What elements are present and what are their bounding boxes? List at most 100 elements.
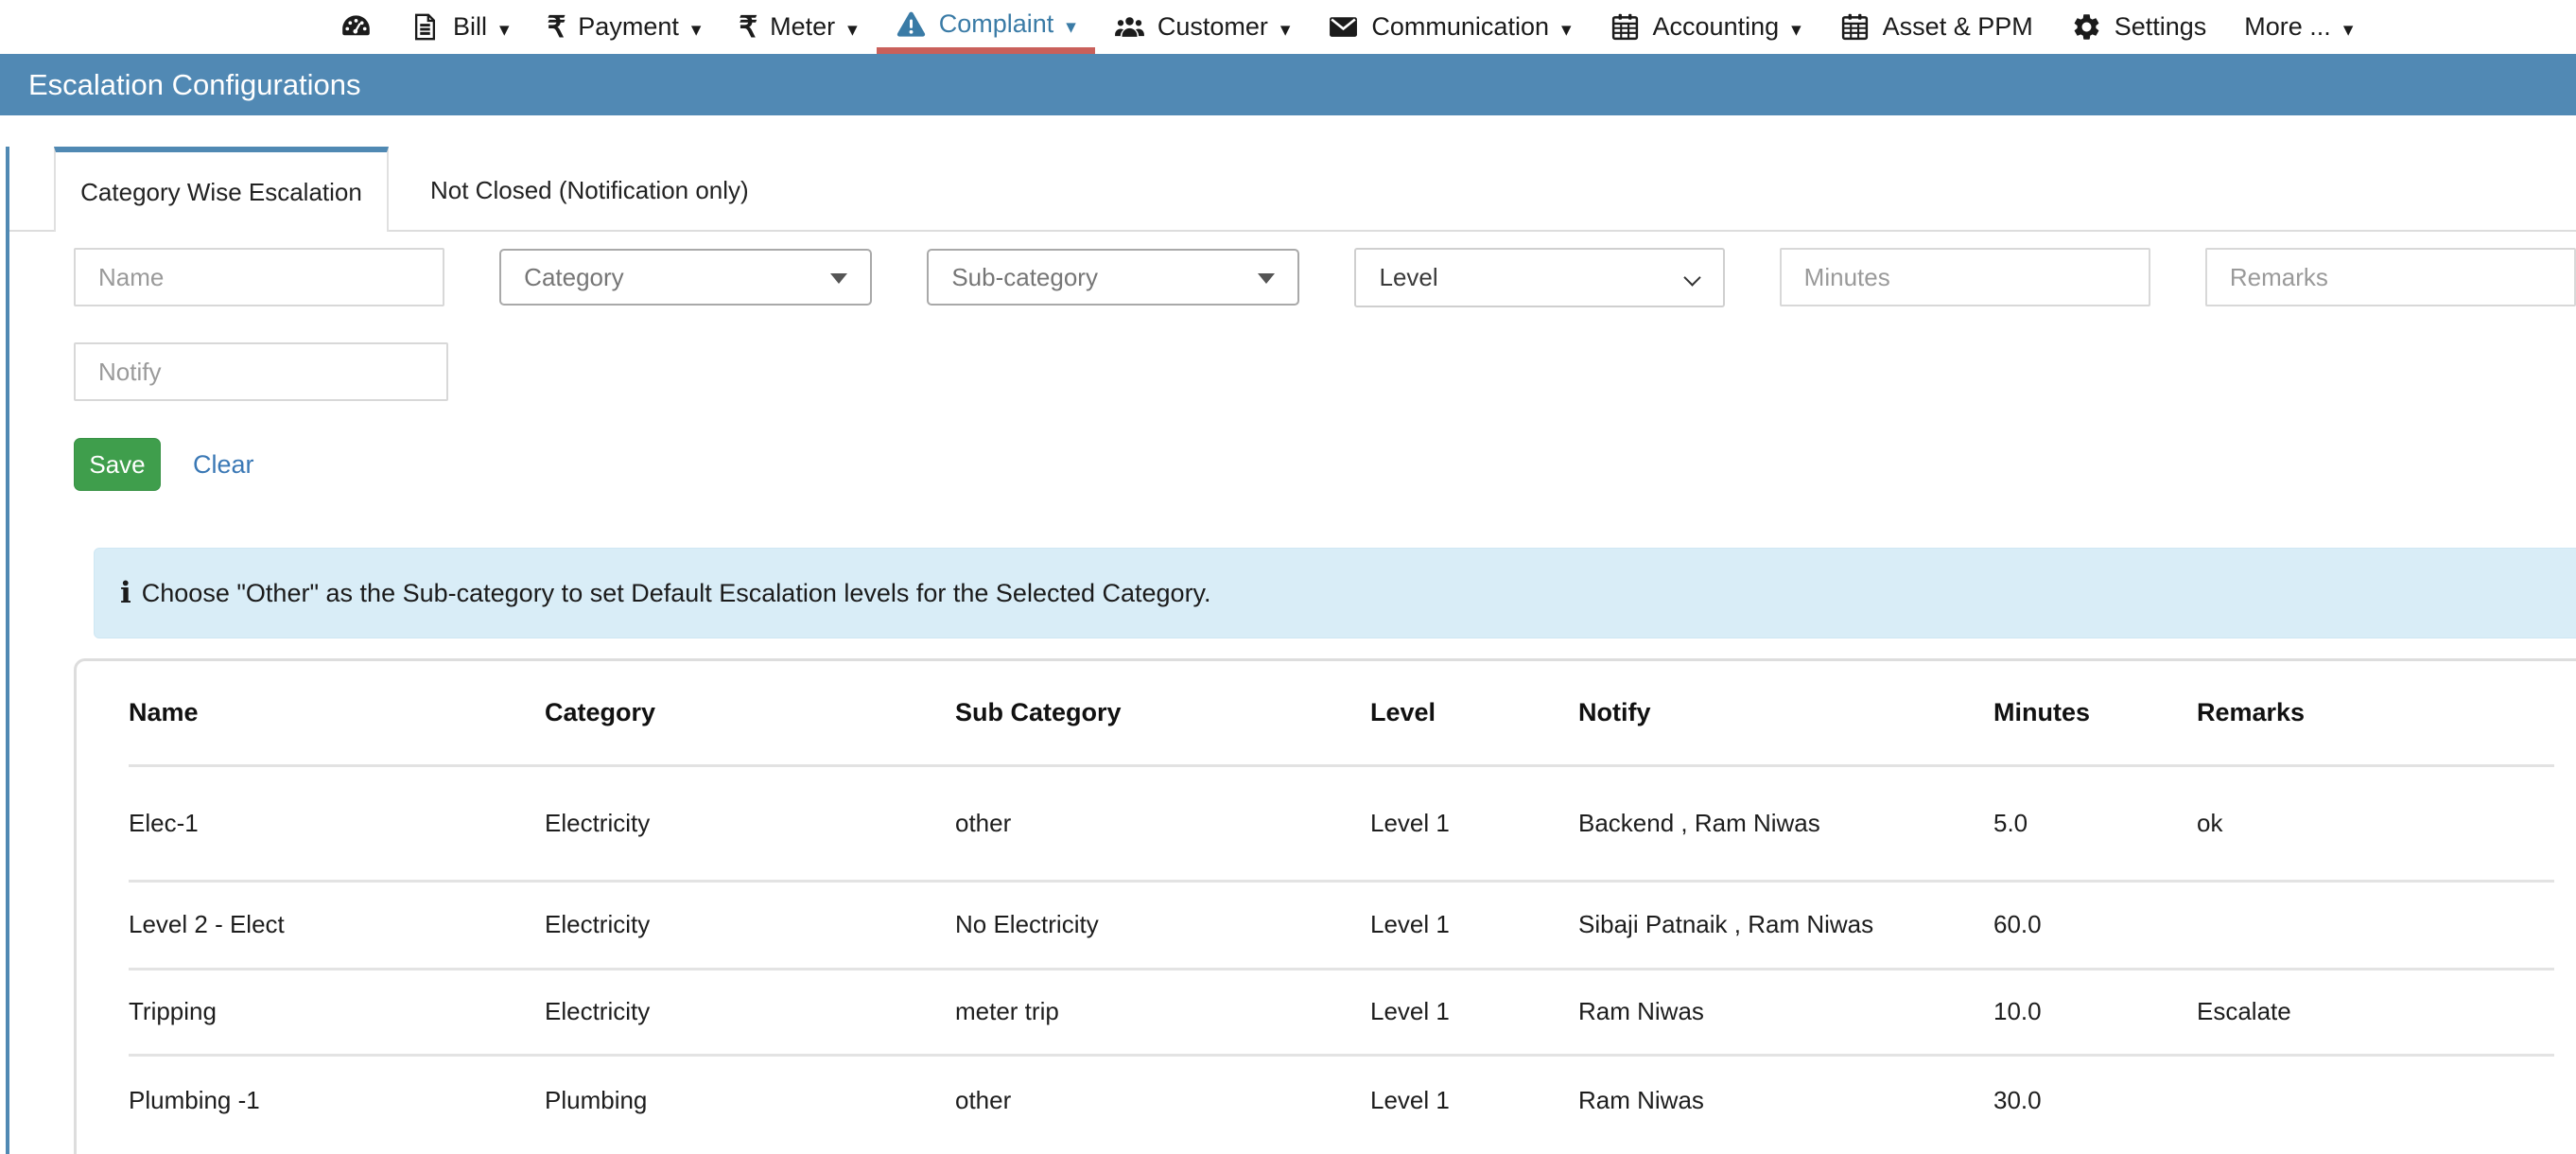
cell-notify: Sibaji Patnaik , Ram Niwas	[1578, 881, 1993, 969]
column-header-name: Name	[129, 661, 545, 765]
column-header-notify: Notify	[1578, 661, 1993, 765]
nav-label: Asset & PPM	[1883, 12, 2033, 42]
cell-sub-category: other	[955, 1055, 1370, 1145]
nav-label: More ...	[2244, 12, 2331, 42]
form-actions: Save Clear	[74, 438, 2576, 491]
column-header-sub-category: Sub Category	[955, 661, 1370, 765]
cell-name: Tripping	[129, 969, 545, 1055]
info-alert-text: Choose "Other" as the Sub-category to se…	[142, 579, 1211, 608]
chevron-down-icon	[2343, 12, 2354, 42]
tab-label: Category Wise Escalation	[80, 178, 362, 207]
nav-label: Settings	[2115, 12, 2207, 42]
cell-sub-category: No Electricity	[955, 881, 1370, 969]
clear-link[interactable]: Clear	[193, 450, 254, 480]
chevron-down-icon	[1561, 12, 1572, 42]
category-dropdown-value: Category	[524, 263, 624, 292]
info-alert: Choose "Other" as the Sub-category to se…	[94, 548, 2576, 638]
calendar-icon	[1610, 11, 1641, 43]
nav-item-accounting[interactable]: Accounting	[1591, 0, 1820, 54]
chevron-down-icon	[1066, 9, 1076, 39]
nav-item-bill[interactable]: Bill	[391, 0, 529, 54]
page-title: Escalation Configurations	[28, 68, 361, 102]
nav-label: Complaint	[939, 9, 1054, 39]
nav-item-complaint[interactable]: Complaint	[877, 0, 1095, 54]
envelope-icon	[1328, 11, 1359, 43]
chevron-down-icon	[1791, 12, 1801, 42]
users-icon	[1114, 11, 1145, 43]
subcategory-dropdown[interactable]: Sub-category	[927, 249, 1299, 306]
cell-level: Level 1	[1370, 1055, 1578, 1145]
cell-name: Plumbing -1	[129, 1055, 545, 1145]
gear-icon	[2071, 11, 2102, 43]
nav-item-payment[interactable]: Payment	[529, 0, 721, 54]
nav-label: Accounting	[1653, 12, 1780, 42]
cell-name: Level 2 - Elect	[129, 881, 545, 969]
cell-notify: Ram Niwas	[1578, 969, 1993, 1055]
nav-item-settings[interactable]: Settings	[2052, 0, 2226, 54]
cell-minutes: 60.0	[1993, 881, 2197, 969]
nav-label: Meter	[770, 12, 835, 42]
rupee-icon	[739, 10, 757, 44]
nav-item-communication[interactable]: Communication	[1309, 0, 1590, 54]
table-row[interactable]: Level 2 - Elect Electricity No Electrici…	[129, 881, 2554, 969]
nav-item-dashboard[interactable]	[322, 0, 391, 54]
cell-minutes: 30.0	[1993, 1055, 2197, 1145]
top-navigation: Bill Payment Meter Complaint Customer Co…	[0, 0, 2576, 54]
cell-category: Electricity	[545, 881, 955, 969]
name-input[interactable]	[74, 248, 444, 306]
cell-category: Electricity	[545, 765, 955, 881]
column-header-minutes: Minutes	[1993, 661, 2197, 765]
nav-item-more[interactable]: More ...	[2225, 0, 2372, 54]
table-row[interactable]: Tripping Electricity meter trip Level 1 …	[129, 969, 2554, 1055]
level-select[interactable]: Level	[1354, 248, 1724, 307]
tab-label: Not Closed (Notification only)	[430, 176, 749, 205]
tab-strip: Category Wise Escalation Not Closed (Not…	[9, 147, 2576, 232]
escalations-table-panel: Name Category Sub Category Level Notify …	[74, 658, 2576, 1154]
level-select-value: Level	[1379, 263, 1437, 292]
column-header-category: Category	[545, 661, 955, 765]
cell-category: Plumbing	[545, 1055, 955, 1145]
remarks-input[interactable]	[2205, 248, 2576, 306]
form-row-1: Category Sub-category Level	[74, 248, 2576, 307]
nav-label: Payment	[578, 12, 679, 42]
page-header-bar: Escalation Configurations	[0, 54, 2576, 115]
cell-minutes: 5.0	[1993, 765, 2197, 881]
cell-remarks	[2197, 881, 2554, 969]
notify-input[interactable]	[74, 342, 448, 401]
nav-label: Bill	[453, 12, 487, 42]
dropdown-arrow-icon	[830, 273, 847, 284]
tab-not-closed[interactable]: Not Closed (Notification only)	[389, 150, 791, 230]
dropdown-arrow-icon	[1258, 273, 1275, 284]
table-header-row: Name Category Sub Category Level Notify …	[129, 661, 2554, 765]
nav-item-customer[interactable]: Customer	[1095, 0, 1310, 54]
cell-minutes: 10.0	[1993, 969, 2197, 1055]
form-row-2	[74, 342, 2576, 401]
gauge-icon	[340, 11, 372, 43]
minutes-input[interactable]	[1780, 248, 2150, 306]
cell-sub-category: meter trip	[955, 969, 1370, 1055]
save-button[interactable]: Save	[74, 438, 161, 491]
cell-remarks: ok	[2197, 765, 2554, 881]
chevron-down-icon	[499, 12, 510, 42]
cell-remarks: Escalate	[2197, 969, 2554, 1055]
nav-item-meter[interactable]: Meter	[720, 0, 876, 54]
tab-category-wise-escalation[interactable]: Category Wise Escalation	[54, 147, 389, 232]
category-dropdown[interactable]: Category	[499, 249, 872, 306]
chevron-down-icon	[847, 12, 858, 42]
chevron-down-icon	[1280, 12, 1291, 42]
escalation-form: Category Sub-category Level Save Clear	[9, 248, 2576, 491]
cell-remarks	[2197, 1055, 2554, 1145]
column-header-remarks: Remarks	[2197, 661, 2554, 765]
info-icon	[120, 576, 142, 610]
calendar-icon	[1839, 11, 1871, 43]
nav-label: Customer	[1157, 12, 1268, 42]
nav-item-asset-ppm[interactable]: Asset & PPM	[1820, 0, 2052, 54]
bill-document-icon	[409, 11, 441, 43]
column-header-level: Level	[1370, 661, 1578, 765]
rupee-icon	[548, 10, 566, 44]
cell-notify: Backend , Ram Niwas	[1578, 765, 1993, 881]
cell-level: Level 1	[1370, 969, 1578, 1055]
table-row[interactable]: Plumbing -1 Plumbing other Level 1 Ram N…	[129, 1055, 2554, 1145]
cell-level: Level 1	[1370, 765, 1578, 881]
table-row[interactable]: Elec-1 Electricity other Level 1 Backend…	[129, 765, 2554, 881]
